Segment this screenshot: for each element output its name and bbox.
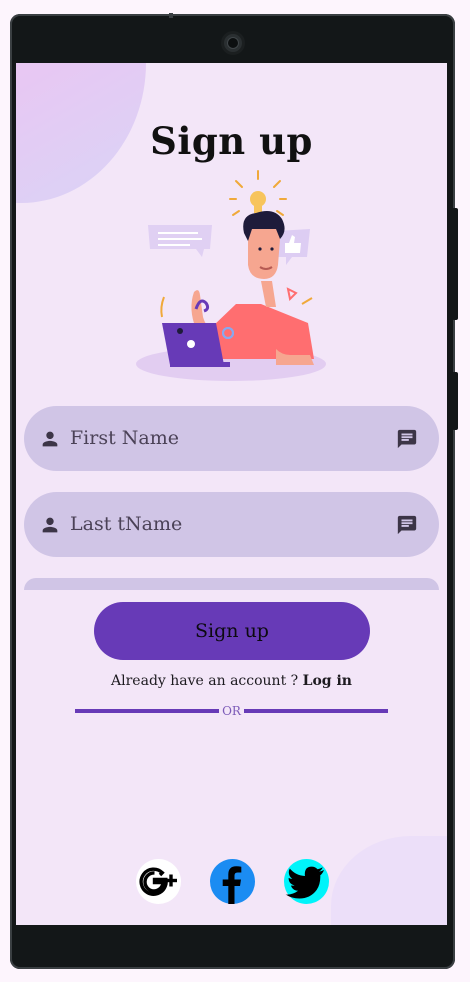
developer-with-laptop-illustration [136,169,336,388]
message-icon [397,429,417,449]
twitter-button[interactable] [284,859,329,904]
or-label: OR [222,704,241,718]
google-plus-icon [139,867,177,896]
front-camera [221,31,245,55]
login-link[interactable]: Log in [303,673,352,689]
signup-screen: Sign up First Name Last tName Sign up Al… [16,63,447,925]
or-divider: OR [75,704,388,722]
last-name-input[interactable] [70,504,380,544]
person-icon [42,517,58,533]
facebook-icon [222,866,242,904]
divider-line-left [75,709,219,713]
phone-top-pin [169,13,173,18]
volume-button [452,372,458,430]
bottom-bezel [16,925,447,961]
first-name-input[interactable] [70,418,380,458]
google-plus-button[interactable] [136,859,181,904]
message-icon [397,515,417,535]
power-button [452,208,458,320]
login-prompt: Already have an account ? Log in [16,673,447,689]
page-title: Sign up [150,119,313,163]
divider-line-right [244,709,388,713]
decorative-blob-bottom-right [331,836,447,925]
facebook-button[interactable] [210,859,255,904]
account-prompt-text: Already have an account ? [111,673,303,689]
third-field-partial[interactable] [24,578,439,590]
person-icon [42,431,58,447]
first-name-field[interactable] [24,406,439,471]
signup-button[interactable]: Sign up [94,602,370,660]
twitter-icon [285,866,324,899]
last-name-field[interactable] [24,492,439,557]
